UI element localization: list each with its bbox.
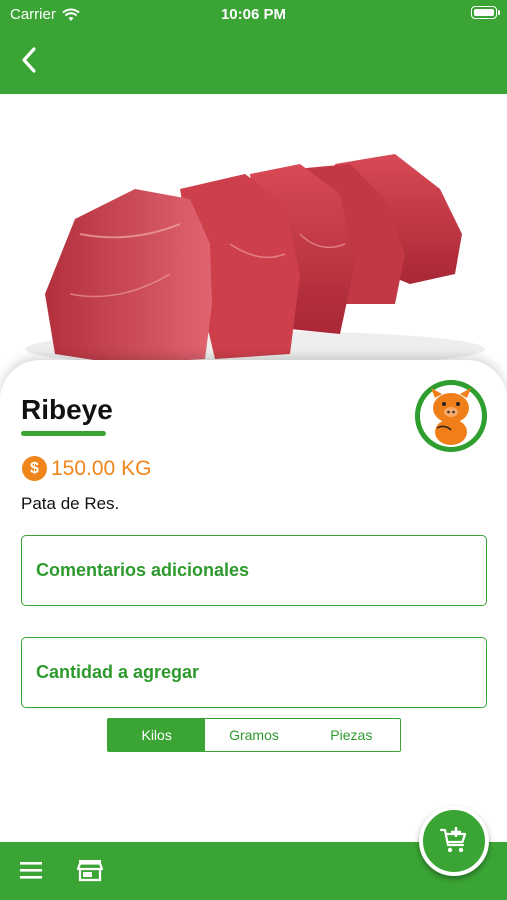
product-image	[0, 94, 507, 384]
pig-mascot-logo	[415, 380, 487, 452]
menu-button[interactable]	[18, 858, 44, 882]
chevron-left-icon	[22, 47, 36, 73]
price-value: 150.00 KG	[51, 456, 152, 480]
battery-icon	[471, 6, 500, 19]
status-bar: Carrier 10:06 PM	[0, 0, 507, 28]
status-time: 10:06 PM	[220, 6, 287, 23]
comments-placeholder: Comentarios adicionales	[36, 560, 250, 580]
add-to-cart-icon	[439, 827, 467, 853]
quantity-field[interactable]: Cantidad a agregar	[21, 637, 487, 708]
comments-field[interactable]: Comentarios adicionales	[21, 535, 487, 606]
vendor-logo	[415, 380, 487, 452]
hamburger-menu-icon	[20, 862, 42, 879]
add-to-cart-button[interactable]	[419, 806, 489, 876]
raw-beef-cuts-image	[25, 154, 485, 367]
store-button[interactable]	[76, 856, 104, 884]
unit-option-gramos[interactable]: Gramos	[205, 719, 302, 751]
back-button[interactable]	[14, 44, 44, 76]
title-underline	[21, 431, 106, 436]
quantity-placeholder: Cantidad a agregar	[36, 662, 200, 682]
product-title: Ribeye	[21, 394, 113, 425]
store-icon	[76, 860, 104, 882]
dollar-coin-icon: $	[22, 456, 47, 481]
unit-option-piezas[interactable]: Piezas	[303, 719, 400, 751]
product-category: Pata de Res.	[21, 494, 120, 513]
unit-selector: Kilos Gramos Piezas	[107, 718, 401, 752]
unit-option-kilos[interactable]: Kilos	[108, 719, 206, 751]
product-price: $ 150.00 KG	[22, 456, 151, 481]
